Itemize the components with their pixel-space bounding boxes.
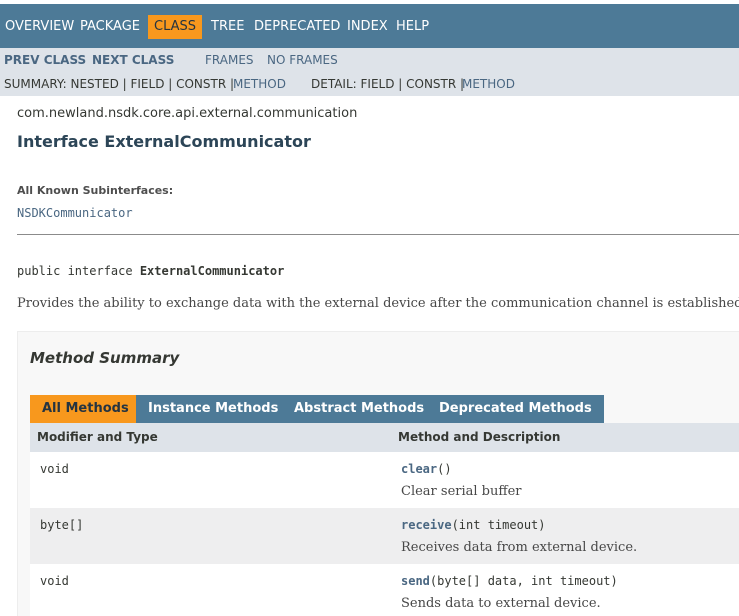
row-type: void (40, 574, 69, 588)
page-title: Interface ExternalCommunicator (17, 132, 311, 151)
signature-prefix: public interface (17, 264, 140, 278)
sub-navbar: PREV CLASS NEXT CLASS FRAMES NO FRAMES S… (0, 48, 739, 96)
tab-instance-methods[interactable]: Instance Methods (136, 395, 291, 423)
table-row: byte[] receive(int timeout) Receives dat… (30, 508, 739, 564)
nav-tree[interactable]: TREE (211, 15, 244, 39)
nav-deprecated[interactable]: DEPRECATED (254, 15, 340, 39)
row-signature: send(byte[] data, int timeout) (401, 574, 618, 588)
no-frames-link[interactable]: NO FRAMES (267, 53, 338, 67)
summary-method-link[interactable]: METHOD (233, 77, 286, 91)
detail-method-link[interactable]: METHOD (462, 77, 515, 91)
table-header: Modifier and Type Method and Description (30, 423, 739, 452)
row-signature: receive(int timeout) (401, 518, 546, 532)
column-modifier-type: Modifier and Type (37, 430, 158, 444)
top-navbar: OVERVIEW PACKAGE CLASS TREE DEPRECATED I… (0, 4, 739, 48)
table-row: void send(byte[] data, int timeout) Send… (30, 564, 739, 616)
nav-package[interactable]: PACKAGE (80, 15, 140, 39)
divider (17, 234, 739, 235)
row-params: (byte[] data, int timeout) (429, 574, 618, 588)
next-class-link[interactable]: NEXT CLASS (92, 53, 174, 67)
row-signature: clear() (401, 462, 452, 476)
method-link-receive[interactable]: receive (401, 518, 452, 532)
interface-description: Provides the ability to exchange data wi… (17, 296, 739, 311)
known-subinterfaces-label: All Known Subinterfaces: (17, 184, 174, 197)
nav-class[interactable]: CLASS (148, 15, 203, 39)
tab-deprecated-methods[interactable]: Deprecated Methods (427, 395, 604, 423)
method-summary-section: Method Summary All Methods Instance Meth… (17, 331, 739, 616)
row-type: byte[] (40, 518, 84, 532)
method-summary-title: Method Summary (30, 349, 180, 367)
method-link-send[interactable]: send (401, 574, 430, 588)
signature-name: ExternalCommunicator (139, 264, 285, 278)
tab-all-methods[interactable]: All Methods (30, 395, 141, 423)
prev-class-link[interactable]: PREV CLASS (4, 53, 86, 67)
frames-link[interactable]: FRAMES (205, 53, 254, 67)
table-row: void clear() Clear serial buffer (30, 452, 739, 508)
package-name: com.newland.nsdk.core.api.external.commu… (17, 106, 358, 121)
nav-index[interactable]: INDEX (347, 15, 388, 39)
summary-nav-label: SUMMARY: NESTED | FIELD | CONSTR | (4, 77, 235, 91)
nav-overview[interactable]: OVERVIEW (5, 15, 74, 39)
row-type: void (40, 462, 69, 476)
interface-signature: public interface ExternalCommunicator (17, 264, 284, 278)
method-link-clear[interactable]: clear (401, 462, 437, 476)
row-params: () (437, 462, 452, 476)
row-description: Clear serial buffer (401, 484, 522, 499)
row-description: Receives data from external device. (401, 540, 638, 555)
tab-abstract-methods[interactable]: Abstract Methods (282, 395, 437, 423)
nav-help[interactable]: HELP (396, 15, 429, 39)
known-subinterface-link[interactable]: NSDKCommunicator (17, 206, 133, 220)
row-description: Sends data to external device. (401, 596, 601, 611)
column-method-description: Method and Description (398, 430, 561, 444)
detail-nav-label: DETAIL: FIELD | CONSTR | (311, 77, 465, 91)
row-params: (int timeout) (451, 518, 546, 532)
